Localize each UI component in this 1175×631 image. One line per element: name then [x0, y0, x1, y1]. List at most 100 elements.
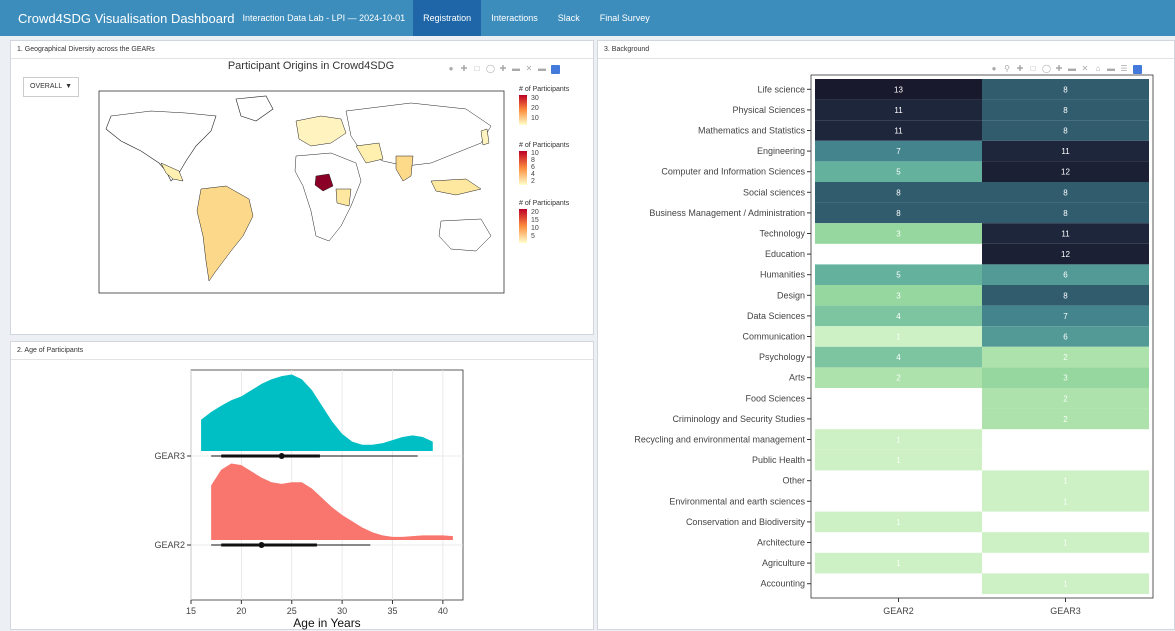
cell-value-label: 4: [896, 353, 901, 362]
legend-3: # of Participants 20 15 10 5: [519, 200, 570, 243]
x-tick-label: 15: [186, 606, 196, 616]
tab-registration[interactable]: Registration: [413, 0, 482, 36]
legend-tick: 5: [531, 233, 535, 240]
y-category-label: Life science: [757, 84, 805, 94]
y-category-label: Arts: [789, 373, 806, 383]
legend-title: # of Participants: [519, 86, 570, 93]
cell-value-label: 2: [1063, 415, 1068, 424]
y-category-label: Physical Sciences: [732, 105, 805, 115]
y-category-label: Humanities: [760, 270, 806, 280]
cell-value-label: 12: [1061, 168, 1070, 177]
category-label: GEAR2: [154, 540, 185, 550]
y-category-label: Recycling and environmental management: [634, 435, 805, 445]
legend-tick: 4: [531, 171, 535, 178]
cell-value-label: 11: [1061, 230, 1070, 239]
y-category-label: Communication: [742, 332, 805, 342]
app-subtitle: Interaction Data Lab - LPI — 2024-10-01: [242, 13, 406, 23]
tab-slack[interactable]: Slack: [548, 0, 590, 36]
legend-title: # of Participants: [519, 142, 570, 149]
cell-value-label: 5: [896, 168, 901, 177]
cell-value-label: 1: [1063, 539, 1068, 548]
cell-value-label: 3: [896, 291, 901, 300]
cell-value-label: 1: [1063, 497, 1068, 506]
background-heatmap[interactable]: 13 8Life science11 8Physical Sciences11 8Ma…: [598, 71, 1174, 631]
cell-value-label: 1: [896, 559, 901, 568]
legend-tick: 15: [531, 217, 539, 224]
legend-tick: 20: [531, 105, 539, 112]
x-tick-label: 40: [438, 606, 448, 616]
cell-value-label: 8: [896, 188, 901, 197]
y-category-label: Education: [765, 249, 805, 259]
y-category-label: Mathematics and Statistics: [698, 126, 806, 136]
age-raincloud-chart[interactable]: GEAR3 GEAR2 15 20 25 30 35 40 Age in Years: [11, 360, 595, 630]
x-category-label: GEAR3: [1050, 606, 1081, 616]
y-category-label: Conservation and Biodiversity: [686, 517, 806, 527]
legend-tick: 2: [531, 178, 535, 185]
x-tick-label: 25: [287, 606, 297, 616]
east-africa-shape: [335, 188, 352, 207]
cell-value-label: 7: [1063, 312, 1068, 321]
cell-value-label: 3: [1063, 374, 1068, 383]
legend-tick: 10: [531, 225, 539, 232]
x-tick-label: 20: [236, 606, 246, 616]
y-category-label: Environmental and earth sciences: [669, 496, 805, 506]
y-category-label: Business Management / Administration: [649, 208, 805, 218]
panel-title: 3. Background: [598, 41, 1174, 59]
y-category-label: Public Health: [752, 455, 805, 465]
cell-value-label: 1: [896, 518, 901, 527]
cell-value-label: 13: [894, 85, 903, 94]
legend-2: # of Participants 10 8 6 4 2: [519, 142, 570, 185]
x-tick-label: 30: [337, 606, 347, 616]
cell-value-label: 7: [896, 147, 901, 156]
cell-value-label: 8: [1063, 85, 1068, 94]
x-category-label: GEAR2: [883, 606, 914, 616]
cell-value-label: 3: [896, 230, 901, 239]
y-category-label: Food Sciences: [745, 393, 805, 403]
panel-title: 2. Age of Participants: [11, 342, 593, 360]
tab-interactions[interactable]: Interactions: [481, 0, 548, 36]
cell-value-label: 6: [1063, 271, 1068, 280]
cell-value-label: 8: [1063, 188, 1068, 197]
legend-tick: 10: [531, 115, 539, 122]
cell-value-label: 11: [1061, 147, 1070, 156]
cell-value-label: 5: [896, 271, 901, 280]
age-panel: 2. Age of Participants GEAR3 GEAR2 15 20 25 3…: [10, 341, 594, 630]
background-panel: 3. Background ● ⚲ ✚ □ ◯ ✚ ▬ ✕ ⌂ ▬ ☰ 13 8 L…: [597, 40, 1175, 630]
y-category-label: Data Sciences: [747, 311, 806, 321]
cell-value-label: 2: [1063, 353, 1068, 362]
cell-value-label: 11: [894, 106, 903, 115]
y-category-label: Technology: [759, 229, 805, 239]
y-category-label: Agriculture: [762, 558, 805, 568]
y-category-label: Criminology and Security Studies: [672, 414, 805, 424]
legend-tick: 20: [531, 209, 539, 216]
legend-tick: 6: [531, 164, 535, 171]
y-category-label: Computer and Information Sciences: [661, 167, 805, 177]
legend-tick: 10: [531, 150, 539, 157]
y-category-label: Social sciences: [743, 187, 806, 197]
cell-value-label: 4: [896, 312, 901, 321]
panel-title: 1. Geographical Diversity across the GEA…: [11, 41, 593, 59]
cell-value-label: 1: [1063, 477, 1068, 486]
cell-value-label: 1: [896, 333, 901, 342]
cell-value-label: 2: [896, 374, 901, 383]
y-category-label: Accounting: [760, 579, 805, 589]
cell-value-label: 8: [896, 209, 901, 218]
world-map[interactable]: # of Participants 30 20 10 # of Particip…: [11, 71, 595, 331]
cell-value-label: 1: [896, 436, 901, 445]
y-category-label: Architecture: [757, 538, 805, 548]
cell-value-label: 8: [1063, 127, 1068, 136]
y-category-label: Design: [777, 290, 805, 300]
legend-1: # of Participants 30 20 10: [519, 86, 570, 125]
cell-value-label: 8: [1063, 291, 1068, 300]
app-title[interactable]: Crowd4SDG Visualisation Dashboard: [0, 11, 243, 26]
x-axis-label: Age in Years: [293, 616, 360, 630]
tab-final-survey[interactable]: Final Survey: [590, 0, 660, 36]
y-category-label: Other: [782, 476, 805, 486]
legend-title: # of Participants: [519, 200, 570, 207]
cell-value-label: 6: [1063, 333, 1068, 342]
y-category-label: Psychology: [759, 352, 806, 362]
y-category-label: Engineering: [757, 146, 805, 156]
cell-value-label: 11: [894, 127, 903, 136]
cell-value-label: 8: [1063, 106, 1068, 115]
legend-tick: 8: [531, 157, 535, 164]
